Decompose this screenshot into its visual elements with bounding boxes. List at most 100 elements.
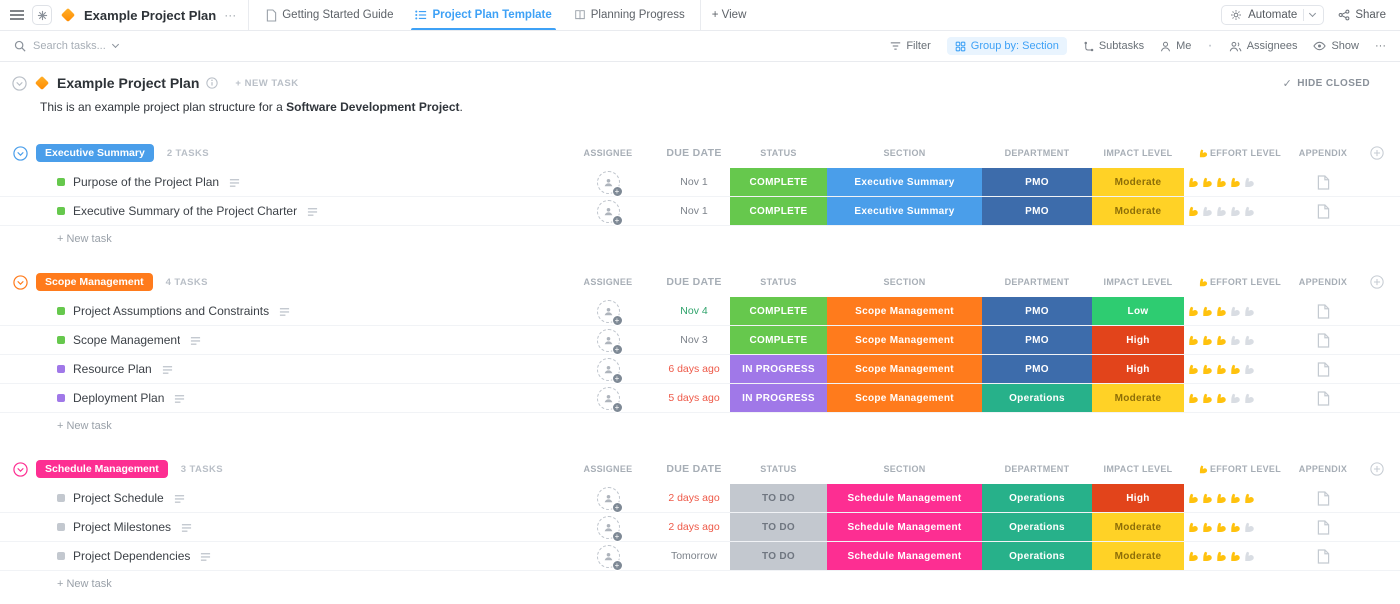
column-header-status[interactable]: STATUS: [730, 148, 827, 158]
table-row[interactable]: Project Assumptions and Constraints+Nov …: [0, 297, 1400, 326]
department-cell[interactable]: Operations: [982, 513, 1092, 541]
task-status-bullet[interactable]: [57, 394, 65, 402]
add-assignee-button[interactable]: +: [597, 300, 620, 323]
group-badge[interactable]: Schedule Management: [36, 460, 168, 478]
new-task-button[interactable]: + New task: [0, 226, 1400, 252]
task-status-bullet[interactable]: [57, 552, 65, 560]
column-header-due-date[interactable]: DUE DATE: [658, 276, 730, 288]
section-cell[interactable]: Schedule Management: [827, 484, 982, 512]
me-button[interactable]: Me: [1160, 40, 1191, 52]
status-cell[interactable]: TO DO: [730, 484, 827, 512]
column-header-section[interactable]: SECTION: [827, 464, 982, 474]
column-header-due-date[interactable]: DUE DATE: [658, 463, 730, 475]
column-header-effort-level[interactable]: EFFORT LEVEL: [1184, 148, 1292, 159]
department-cell[interactable]: Operations: [982, 484, 1092, 512]
effort-level-cell[interactable]: [1184, 334, 1292, 347]
section-cell[interactable]: Schedule Management: [827, 513, 982, 541]
appendix-icon[interactable]: [1317, 333, 1330, 348]
appendix-icon[interactable]: [1317, 491, 1330, 506]
effort-level-cell[interactable]: [1184, 492, 1292, 505]
impact-level-cell[interactable]: High: [1092, 484, 1184, 512]
appendix-icon[interactable]: [1317, 549, 1330, 564]
status-cell[interactable]: COMPLETE: [730, 326, 827, 354]
table-row[interactable]: Project Schedule+2 days agoTO DOSchedule…: [0, 484, 1400, 513]
add-view-button[interactable]: + View: [700, 0, 758, 30]
collapse-group-icon[interactable]: [13, 275, 28, 290]
table-row[interactable]: Executive Summary of the Project Charter…: [0, 197, 1400, 226]
effort-level-cell[interactable]: [1184, 363, 1292, 376]
due-date[interactable]: Tomorrow: [658, 550, 730, 562]
column-header-section[interactable]: SECTION: [827, 277, 982, 287]
due-date[interactable]: Nov 3: [658, 334, 730, 346]
status-cell[interactable]: COMPLETE: [730, 168, 827, 196]
status-cell[interactable]: COMPLETE: [730, 197, 827, 225]
add-assignee-button[interactable]: +: [597, 516, 620, 539]
group-by-button[interactable]: Group by: Section: [947, 37, 1067, 55]
effort-level-cell[interactable]: [1184, 521, 1292, 534]
column-header-effort-level[interactable]: EFFORT LEVEL: [1184, 277, 1292, 288]
tab-planning-progress[interactable]: Planning Progress: [563, 0, 696, 30]
add-column-icon[interactable]: [1370, 146, 1384, 160]
add-assignee-button[interactable]: +: [597, 358, 620, 381]
task-status-bullet[interactable]: [57, 365, 65, 373]
section-cell[interactable]: Executive Summary: [827, 197, 982, 225]
effort-level-cell[interactable]: [1184, 305, 1292, 318]
new-task-button[interactable]: + New task: [0, 571, 1400, 597]
add-assignee-button[interactable]: +: [597, 200, 620, 223]
new-task-button[interactable]: + NEW TASK: [235, 78, 298, 89]
info-icon[interactable]: [206, 77, 218, 89]
impact-level-cell[interactable]: Moderate: [1092, 168, 1184, 196]
department-cell[interactable]: PMO: [982, 297, 1092, 325]
column-header-impact-level[interactable]: IMPACT LEVEL: [1092, 464, 1184, 474]
add-assignee-button[interactable]: +: [597, 329, 620, 352]
effort-level-cell[interactable]: [1184, 550, 1292, 563]
add-assignee-button[interactable]: +: [597, 487, 620, 510]
section-cell[interactable]: Scope Management: [827, 355, 982, 383]
section-cell[interactable]: Scope Management: [827, 326, 982, 354]
table-row[interactable]: Project Milestones+2 days agoTO DOSchedu…: [0, 513, 1400, 542]
task-status-bullet[interactable]: [57, 207, 65, 215]
column-header-appendix[interactable]: APPENDIX: [1292, 277, 1354, 287]
add-column-icon[interactable]: [1370, 462, 1384, 476]
show-button[interactable]: Show: [1313, 40, 1359, 52]
add-column-icon[interactable]: [1370, 275, 1384, 289]
column-header-impact-level[interactable]: IMPACT LEVEL: [1092, 148, 1184, 158]
status-cell[interactable]: COMPLETE: [730, 297, 827, 325]
column-header-department[interactable]: DEPARTMENT: [982, 148, 1092, 158]
column-header-status[interactable]: STATUS: [730, 464, 827, 474]
group-badge[interactable]: Scope Management: [36, 273, 153, 291]
hamburger-menu-icon[interactable]: [10, 9, 24, 21]
assignees-button[interactable]: Assignees: [1229, 40, 1298, 52]
column-header-department[interactable]: DEPARTMENT: [982, 464, 1092, 474]
status-cell[interactable]: IN PROGRESS: [730, 355, 827, 383]
table-row[interactable]: Resource Plan+6 days agoIN PROGRESSScope…: [0, 355, 1400, 384]
due-date[interactable]: 2 days ago: [658, 492, 730, 504]
column-header-department[interactable]: DEPARTMENT: [982, 277, 1092, 287]
due-date[interactable]: 6 days ago: [658, 363, 730, 375]
effort-level-cell[interactable]: [1184, 205, 1292, 218]
effort-level-cell[interactable]: [1184, 176, 1292, 189]
department-cell[interactable]: Operations: [982, 384, 1092, 412]
appendix-icon[interactable]: [1317, 304, 1330, 319]
due-date[interactable]: 5 days ago: [658, 392, 730, 404]
automate-button[interactable]: Automate: [1221, 5, 1324, 25]
new-task-button[interactable]: + New task: [0, 413, 1400, 439]
column-header-due-date[interactable]: DUE DATE: [658, 147, 730, 159]
task-status-bullet[interactable]: [57, 494, 65, 502]
toolbar-more-button[interactable]: ···: [1375, 40, 1386, 52]
section-cell[interactable]: Executive Summary: [827, 168, 982, 196]
section-cell[interactable]: Scope Management: [827, 297, 982, 325]
appendix-icon[interactable]: [1317, 204, 1330, 219]
table-row[interactable]: Project Dependencies+TomorrowTO DOSchedu…: [0, 542, 1400, 571]
task-status-bullet[interactable]: [57, 523, 65, 531]
effort-level-cell[interactable]: [1184, 392, 1292, 405]
department-cell[interactable]: Operations: [982, 542, 1092, 570]
appendix-icon[interactable]: [1317, 520, 1330, 535]
collapse-group-icon[interactable]: [13, 462, 28, 477]
search-input[interactable]: Search tasks...: [14, 40, 118, 52]
share-button[interactable]: Share: [1338, 9, 1386, 21]
table-row[interactable]: Scope Management+Nov 3COMPLETEScope Mana…: [0, 326, 1400, 355]
column-header-status[interactable]: STATUS: [730, 277, 827, 287]
task-status-bullet[interactable]: [57, 336, 65, 344]
tab-getting-started-guide[interactable]: Getting Started Guide: [255, 0, 404, 30]
